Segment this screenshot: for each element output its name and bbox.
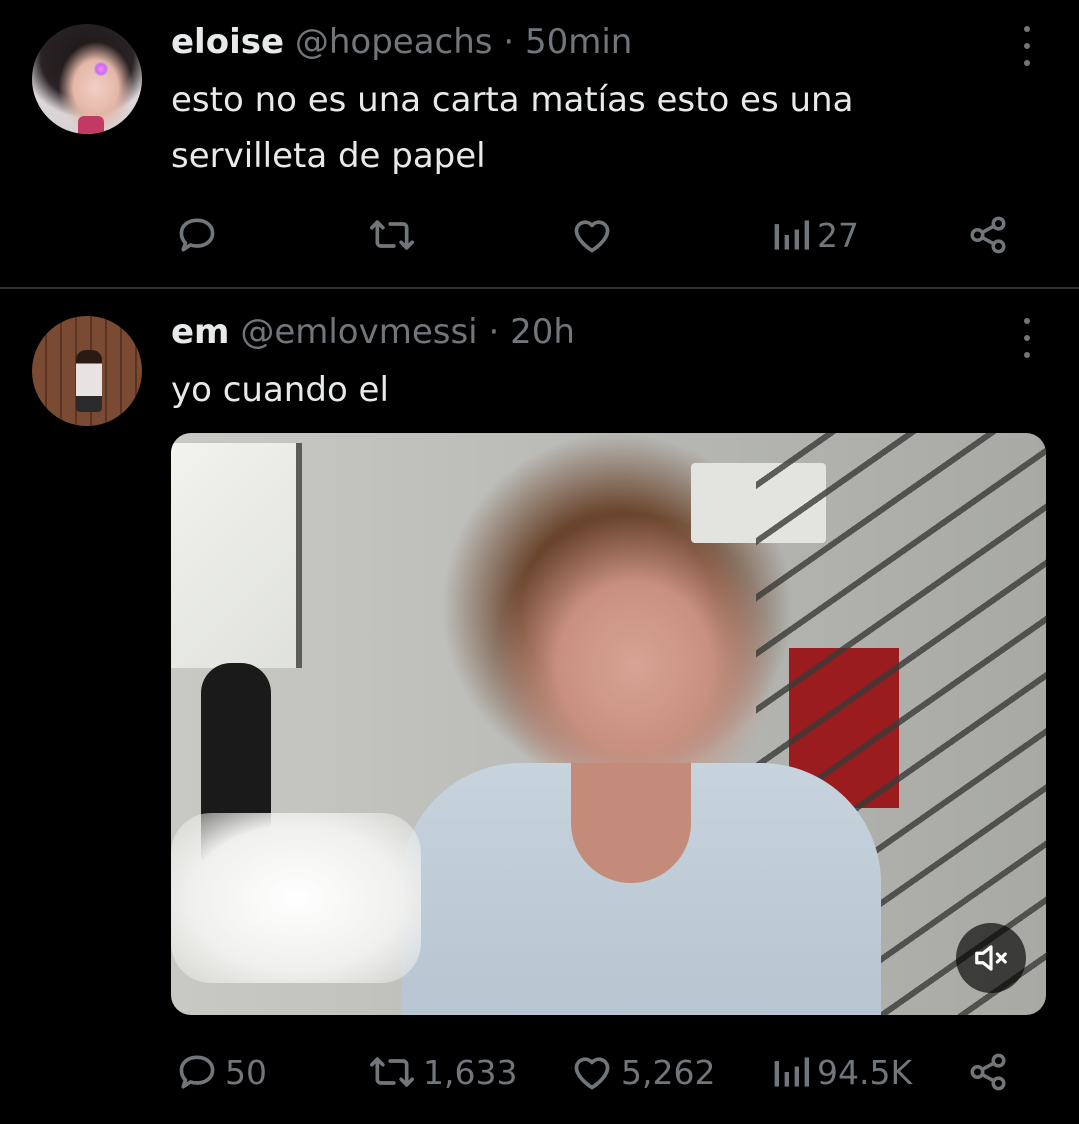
reply-icon bbox=[179, 1055, 215, 1089]
retweet-icon bbox=[370, 1057, 414, 1087]
share-button[interactable] bbox=[967, 1047, 1009, 1097]
avatar[interactable] bbox=[32, 316, 142, 426]
volume-muted-icon bbox=[975, 945, 1007, 971]
mute-button[interactable] bbox=[956, 923, 1026, 993]
retweet-count: 1,633 bbox=[423, 1052, 518, 1092]
user-handle[interactable]: @emlovmessi bbox=[240, 312, 477, 352]
tweet-video[interactable] bbox=[171, 433, 1046, 1015]
views-count: 94.5K bbox=[817, 1052, 913, 1092]
video-scene-person-neck bbox=[571, 763, 691, 883]
tweet-header: em @emlovmessi · 20h bbox=[171, 312, 575, 352]
like-button[interactable]: 5,262 bbox=[569, 1047, 715, 1097]
tweet-actions: 50 1,633 5,262 94.5K bbox=[171, 1047, 1011, 1097]
retweet-button[interactable]: 1,633 bbox=[367, 1047, 517, 1097]
display-name[interactable]: em bbox=[171, 312, 230, 352]
like-count: 5,262 bbox=[621, 1052, 716, 1092]
views-button[interactable]: 94.5K bbox=[771, 1047, 912, 1097]
tweet-timestamp[interactable]: 20h bbox=[510, 312, 575, 352]
share-icon bbox=[970, 1053, 1006, 1091]
like-icon bbox=[574, 1057, 610, 1090]
avatar-figure bbox=[76, 350, 102, 412]
video-scene-napkin bbox=[171, 813, 421, 983]
video-scene-window bbox=[171, 443, 302, 668]
header-separator: · bbox=[488, 312, 500, 352]
reply-button[interactable]: 50 bbox=[175, 1047, 267, 1097]
reply-count: 50 bbox=[225, 1052, 267, 1092]
tweet[interactable]: em @emlovmessi · 20h yo cuando el 50 1,6… bbox=[0, 0, 1079, 1092]
more-icon[interactable] bbox=[1021, 318, 1033, 358]
views-icon bbox=[774, 1057, 809, 1087]
tweet-text: yo cuando el bbox=[171, 370, 389, 410]
